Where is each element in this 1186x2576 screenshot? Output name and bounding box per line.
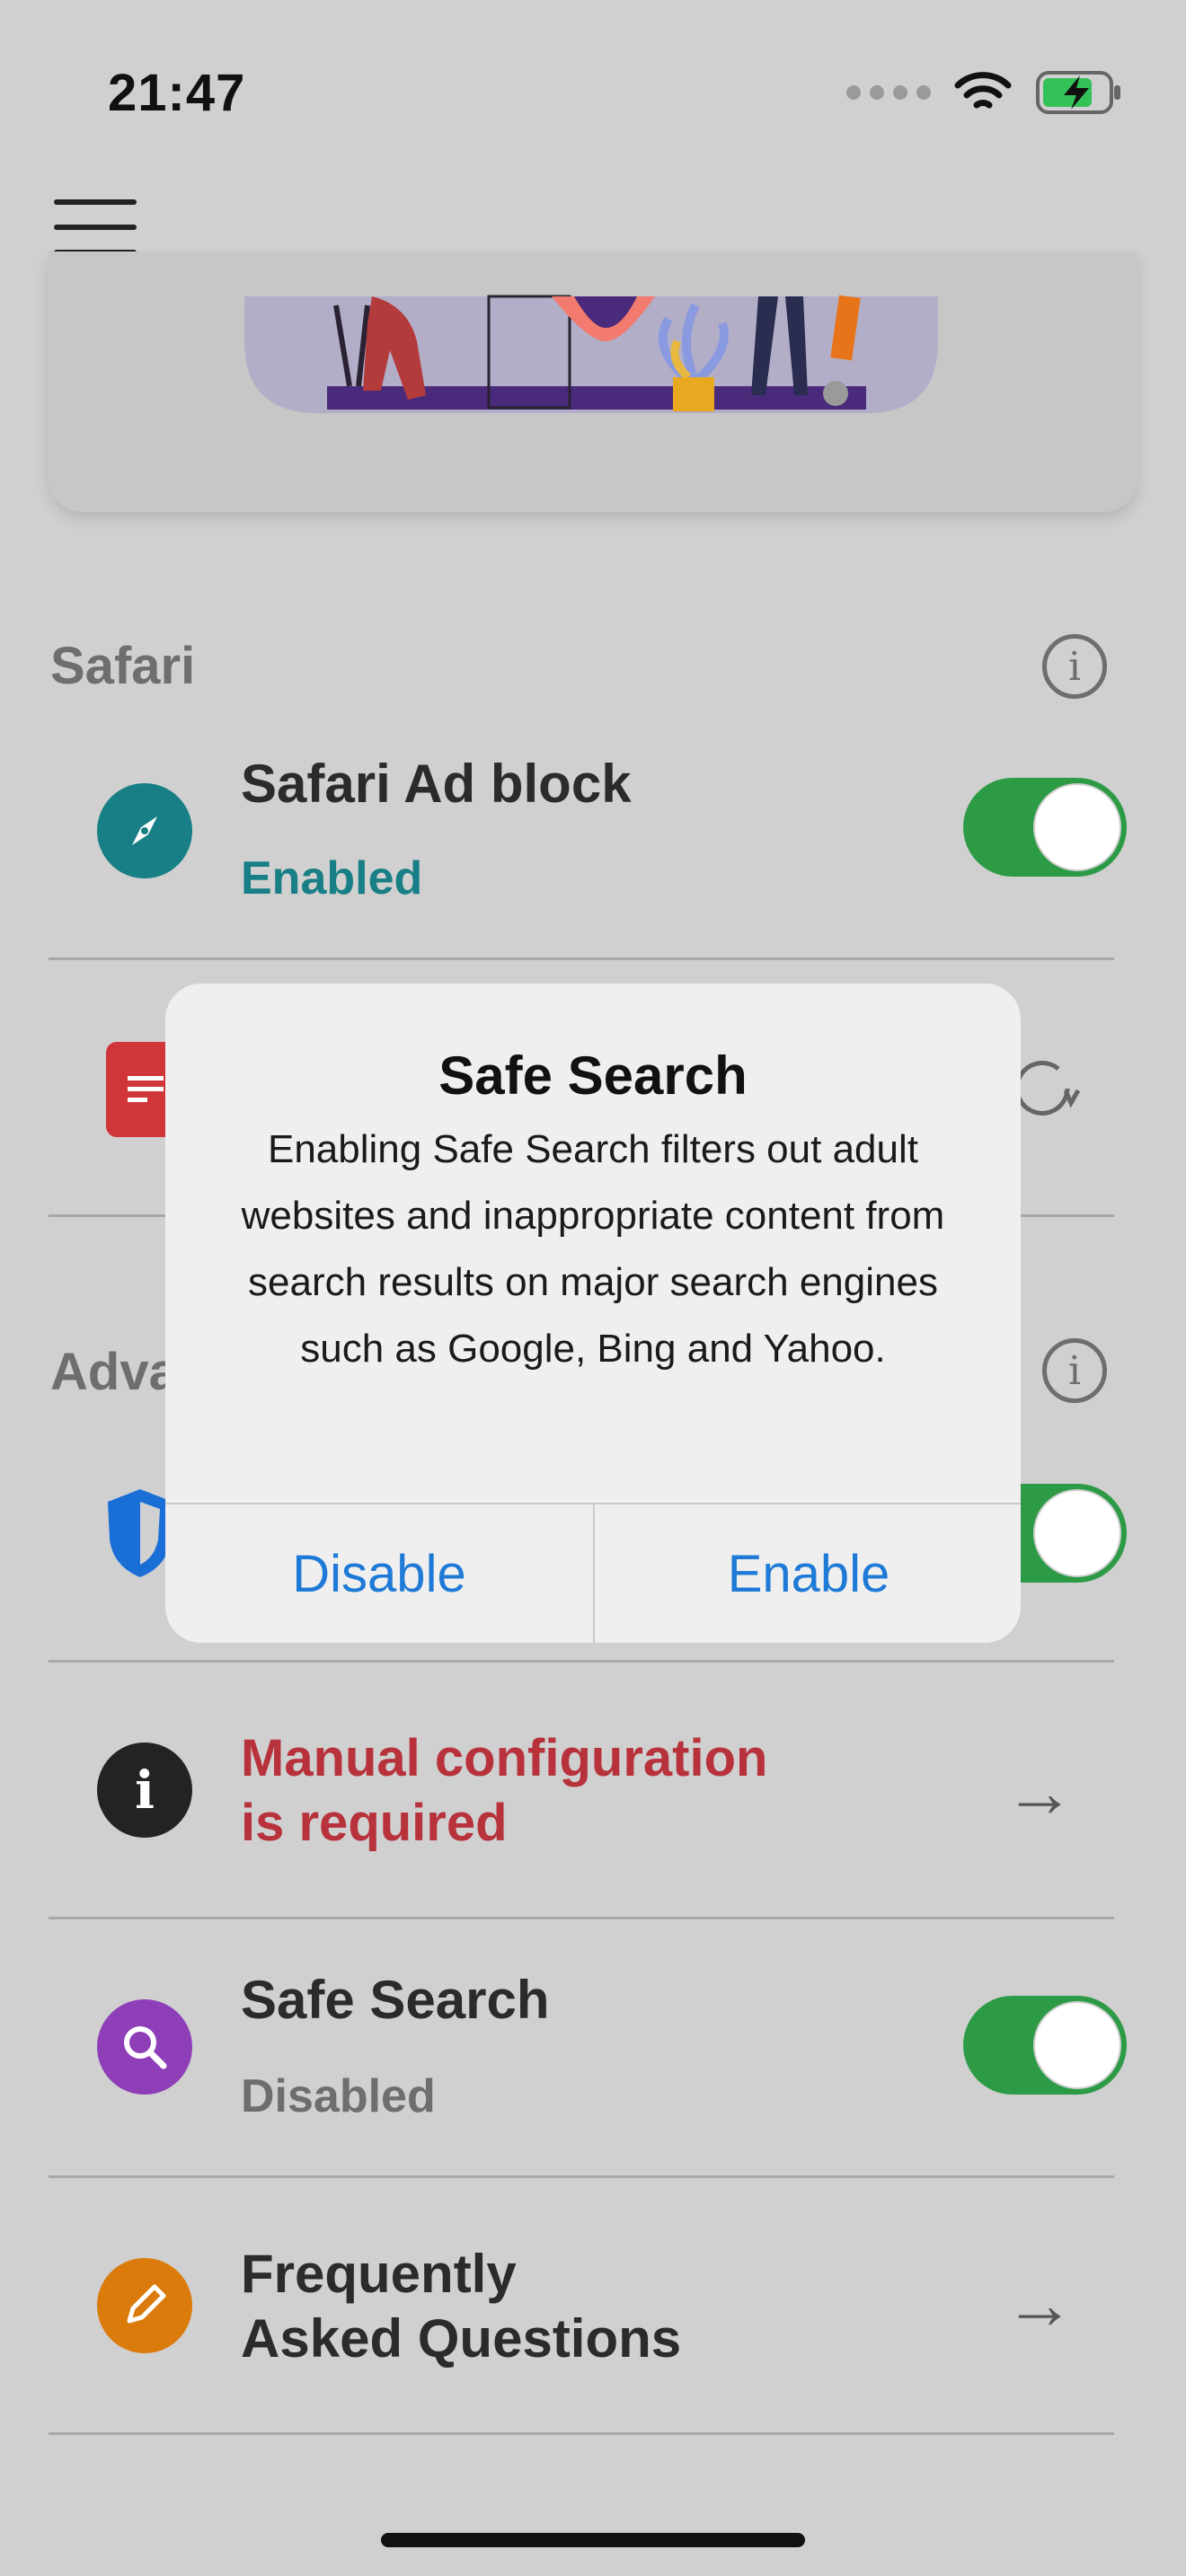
enable-button[interactable]: Enable: [595, 1504, 1021, 1643]
section-title-advanced: Adva: [50, 1343, 178, 1401]
banner-card: [49, 251, 1137, 512]
battery-charging-icon: [1036, 71, 1120, 114]
safe-search-title: Safe Search: [241, 1970, 550, 2030]
faq-line1: Frequently: [241, 2244, 517, 2304]
faq-line2: Asked Questions: [241, 2308, 682, 2369]
safari-adblock-title: Safari Ad block: [241, 754, 632, 814]
safari-adblock-status: Enabled: [241, 852, 423, 904]
info-filled-icon: i: [97, 1742, 192, 1838]
section-title-safari: Safari: [50, 637, 196, 695]
divider: [49, 2432, 1114, 2435]
home-indicator[interactable]: [381, 2533, 805, 2547]
safe-search-status: Disabled: [241, 2070, 436, 2122]
pencil-icon: [97, 2258, 192, 2353]
compass-icon: [97, 783, 192, 878]
divider: [49, 2175, 1114, 2178]
divider: [49, 1660, 1114, 1663]
faq-label[interactable]: Frequently Asked Questions: [241, 2242, 681, 2371]
advanced-info-icon[interactable]: i: [1042, 1338, 1107, 1403]
menu-icon[interactable]: [54, 199, 137, 255]
alert-title: Safe Search: [438, 1045, 748, 1106]
disable-button[interactable]: Disable: [165, 1504, 593, 1643]
divider: [49, 957, 1114, 960]
arrow-right-icon[interactable]: →: [1005, 1751, 1075, 1833]
status-indicators: [846, 70, 1123, 115]
banner-illustration: [244, 295, 938, 413]
cellular-signal-icon: [846, 85, 931, 100]
search-icon: [97, 1999, 192, 2095]
alert-message: Enabling Safe Search filters out adult w…: [241, 1127, 945, 1371]
safe-search-toggle[interactable]: [963, 1996, 1127, 2095]
manual-config-line1: Manual configuration: [241, 1729, 768, 1787]
status-time: 21:47: [108, 64, 246, 122]
wifi-icon: [954, 72, 1012, 109]
arrow-right-icon[interactable]: →: [1005, 2263, 1075, 2345]
manual-config-line2: is required: [241, 1794, 508, 1852]
safari-info-icon[interactable]: i: [1042, 634, 1107, 699]
manual-config-warning[interactable]: Manual configuration is required: [241, 1726, 767, 1856]
safe-search-alert: Safe Search Enabling Safe Search filters…: [165, 984, 1021, 1643]
safari-adblock-toggle[interactable]: [963, 778, 1127, 877]
divider: [49, 1917, 1114, 1919]
